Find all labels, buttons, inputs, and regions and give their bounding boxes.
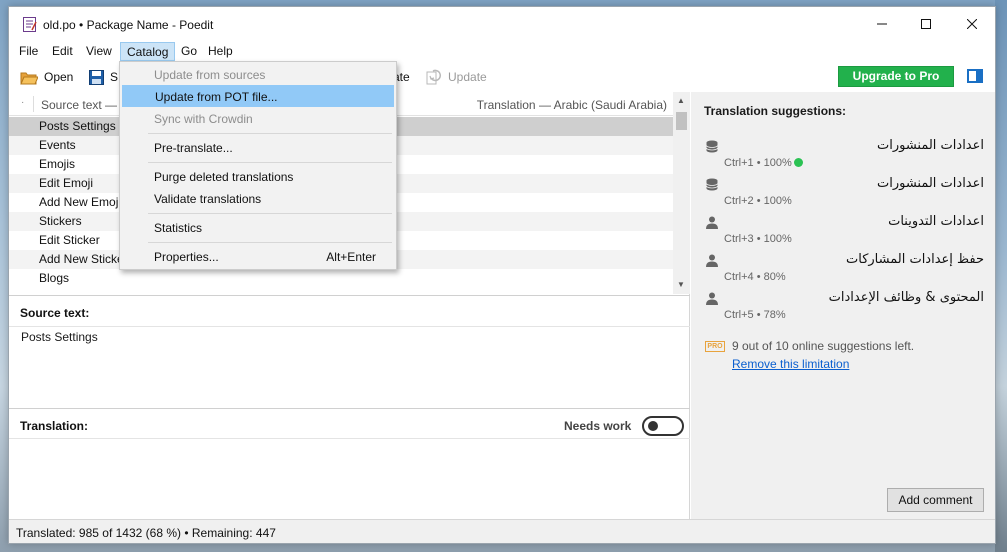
scrollbar-thumb[interactable] <box>676 112 687 130</box>
divider <box>9 295 690 296</box>
menu-bar: File Edit View Catalog Go Help <box>9 40 995 62</box>
suggestions-title: Translation suggestions: <box>704 104 847 118</box>
suggestion-item[interactable]: اعدادات المنشورات Ctrl+1 • 100% <box>691 136 995 174</box>
translation-progress-status: Translated: 985 of 1432 (68 %) • Remaini… <box>16 526 276 540</box>
upgrade-to-pro-button[interactable]: Upgrade to Pro <box>838 66 954 87</box>
remove-limitation-link[interactable]: Remove this limitation <box>732 357 849 371</box>
source-column-header[interactable]: Source text — <box>41 98 117 112</box>
suggestion-meta: Ctrl+5 • 78% <box>724 309 786 321</box>
menu-item-pre-translate[interactable]: Pre-translate... <box>122 137 394 159</box>
desktop-background <box>995 0 1007 552</box>
suggestion-item[interactable]: حفظ إعدادات المشاركات Ctrl+4 • 80% <box>691 250 995 288</box>
properties-shortcut: Alt+Enter <box>326 250 376 264</box>
menu-item-update-from-sources[interactable]: Update from sources <box>122 64 394 86</box>
translation-input[interactable] <box>9 439 690 519</box>
suggestions-limit-text: 9 out of 10 online suggestions left. <box>732 339 915 353</box>
catalog-menu-dropdown: Update from sources Update from POT file… <box>119 61 397 270</box>
suggestion-meta: Ctrl+3 • 100% <box>724 233 792 245</box>
update-button[interactable]: Update <box>426 67 487 87</box>
column-separator <box>33 96 34 112</box>
window-title: old.po • Package Name - Poedit <box>43 18 214 32</box>
sidebar-toggle-icon[interactable] <box>967 69 983 83</box>
title-bar: old.po • Package Name - Poedit <box>9 7 995 40</box>
minimize-icon <box>877 23 887 24</box>
menu-separator <box>148 242 392 243</box>
translation-label: Translation: <box>20 419 89 433</box>
menu-item-update-from-pot[interactable]: Update from POT file... <box>122 85 394 107</box>
scroll-down-icon[interactable]: ▼ <box>677 280 685 289</box>
menu-item-validate[interactable]: Validate translations <box>122 188 394 210</box>
minimize-button[interactable] <box>859 7 905 40</box>
menu-separator <box>148 133 392 134</box>
suggestion-meta: Ctrl+2 • 100% <box>724 195 792 207</box>
save-icon <box>89 69 104 85</box>
source-text-value: Posts Settings <box>21 330 98 344</box>
folder-icon <box>20 72 38 84</box>
list-scrollbar[interactable]: ▲ ▼ <box>673 92 690 294</box>
menu-item-properties[interactable]: Properties... Alt+Enter <box>122 246 394 268</box>
menu-view[interactable]: View <box>80 42 118 61</box>
needs-work-label: Needs work <box>564 419 632 433</box>
menu-help[interactable]: Help <box>202 42 239 61</box>
menu-file[interactable]: File <box>13 42 44 61</box>
suggestion-item[interactable]: اعدادات المنشورات Ctrl+2 • 100% <box>691 174 995 212</box>
suggestions-sidebar: Translation suggestions: اعدادات المنشور… <box>691 92 995 519</box>
open-button[interactable]: Open <box>20 67 73 87</box>
suggestion-meta: Ctrl+1 • 100% <box>724 157 803 169</box>
menu-item-purge-deleted[interactable]: Purge deleted translations <box>122 166 394 188</box>
poedit-window: old.po • Package Name - Poedit File Edit… <box>8 6 996 544</box>
divider <box>9 326 690 327</box>
maximize-button[interactable] <box>903 7 949 40</box>
suggestion-item[interactable]: المحتوى & وظائف الإعدادات Ctrl+5 • 78% <box>691 288 995 326</box>
close-icon <box>967 18 977 29</box>
database-icon <box>706 178 718 191</box>
update-icon <box>426 69 442 85</box>
list-item[interactable]: Blogs <box>9 269 673 288</box>
suggestion-text: اعدادات المنشورات <box>876 176 984 191</box>
close-button[interactable] <box>949 7 995 40</box>
person-icon <box>706 216 718 229</box>
translation-column-header[interactable]: Translation — Arabic (Saudi Arabia) <box>477 98 667 112</box>
save-button[interactable]: S <box>89 67 118 87</box>
menu-item-sync-crowdin[interactable]: Sync with Crowdin <box>122 108 394 130</box>
menu-catalog[interactable]: Catalog <box>120 42 176 61</box>
suggestion-meta: Ctrl+4 • 80% <box>724 271 786 283</box>
poedit-app-icon <box>23 17 37 32</box>
menu-go[interactable]: Go <box>175 42 203 61</box>
suggestion-text: اعدادات التدوينات <box>888 214 984 229</box>
needs-work-toggle[interactable] <box>642 416 684 436</box>
maximize-icon <box>921 18 931 29</box>
menu-separator <box>148 213 392 214</box>
status-bar: Translated: 985 of 1432 (68 %) • Remaini… <box>9 519 995 543</box>
scroll-up-icon[interactable]: ▲ <box>677 96 685 105</box>
divider <box>9 408 690 409</box>
verified-check-icon <box>793 158 803 167</box>
pro-badge: PRO <box>705 341 725 352</box>
database-icon <box>706 140 718 153</box>
menu-item-statistics[interactable]: Statistics <box>122 217 394 239</box>
source-text-label: Source text: <box>20 306 90 320</box>
suggestion-text: اعدادات المنشورات <box>876 138 984 153</box>
menu-edit[interactable]: Edit <box>46 42 79 61</box>
person-icon <box>706 254 718 267</box>
toggle-knob <box>648 421 658 431</box>
suggestion-text: المحتوى & وظائف الإعدادات <box>828 290 984 305</box>
status-column-header[interactable]: · <box>21 97 24 108</box>
suggestion-text: حفظ إعدادات المشاركات <box>846 252 984 267</box>
menu-separator <box>148 162 392 163</box>
person-icon <box>706 292 718 305</box>
suggestion-item[interactable]: اعدادات التدوينات Ctrl+3 • 100% <box>691 212 995 250</box>
add-comment-button[interactable]: Add comment <box>887 488 984 512</box>
